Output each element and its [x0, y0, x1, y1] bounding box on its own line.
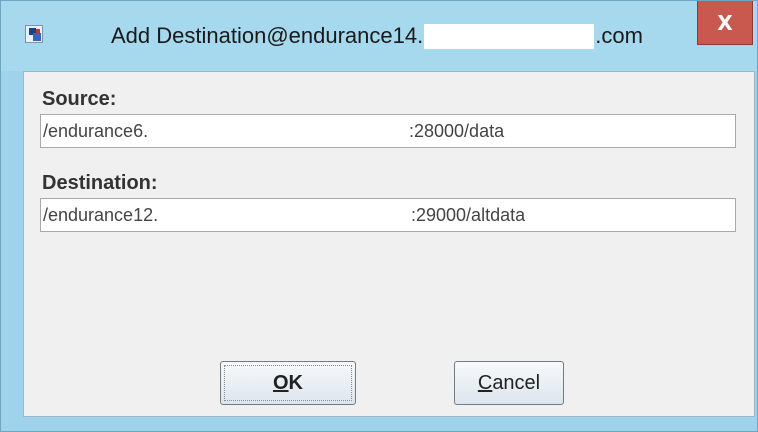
destination-host-text: /endurance12.	[43, 205, 159, 225]
destination-input[interactable]: /endurance12. :29000/altdata	[40, 198, 736, 232]
destination-port-path-text: :29000/altdata	[411, 205, 526, 225]
redacted-block	[424, 24, 595, 49]
destination-label: Destination:	[42, 172, 158, 194]
dialog-content: Source: /endurance6. :28000/data Destina…	[23, 71, 755, 417]
dialog-window: Add Destination@endurance14. .com X Sourc…	[0, 0, 758, 432]
close-button[interactable]: X	[697, 1, 753, 45]
title-suffix: .com	[595, 23, 643, 48]
source-label: Source:	[42, 88, 117, 110]
cancel-button[interactable]: Cancel	[454, 361, 564, 405]
source-host-text: /endurance6.	[43, 121, 149, 141]
close-icon: X	[717, 10, 733, 35]
ok-mnemonic: O	[272, 371, 289, 394]
title-bar[interactable]: Add Destination@endurance14. .com X	[1, 1, 757, 71]
app-icon	[25, 25, 43, 43]
title-prefix: Add Destination@endurance14.	[111, 23, 424, 48]
window-title: Add Destination@endurance14. .com	[111, 23, 643, 49]
source-port-path-text: :28000/data	[409, 121, 505, 141]
cancel-mnemonic: C	[477, 371, 493, 394]
source-input[interactable]: /endurance6. :28000/data	[40, 114, 736, 148]
cancel-label-rest: ancel	[492, 371, 541, 394]
ok-label-rest: K	[288, 371, 303, 394]
ok-button[interactable]: OK	[220, 361, 356, 405]
